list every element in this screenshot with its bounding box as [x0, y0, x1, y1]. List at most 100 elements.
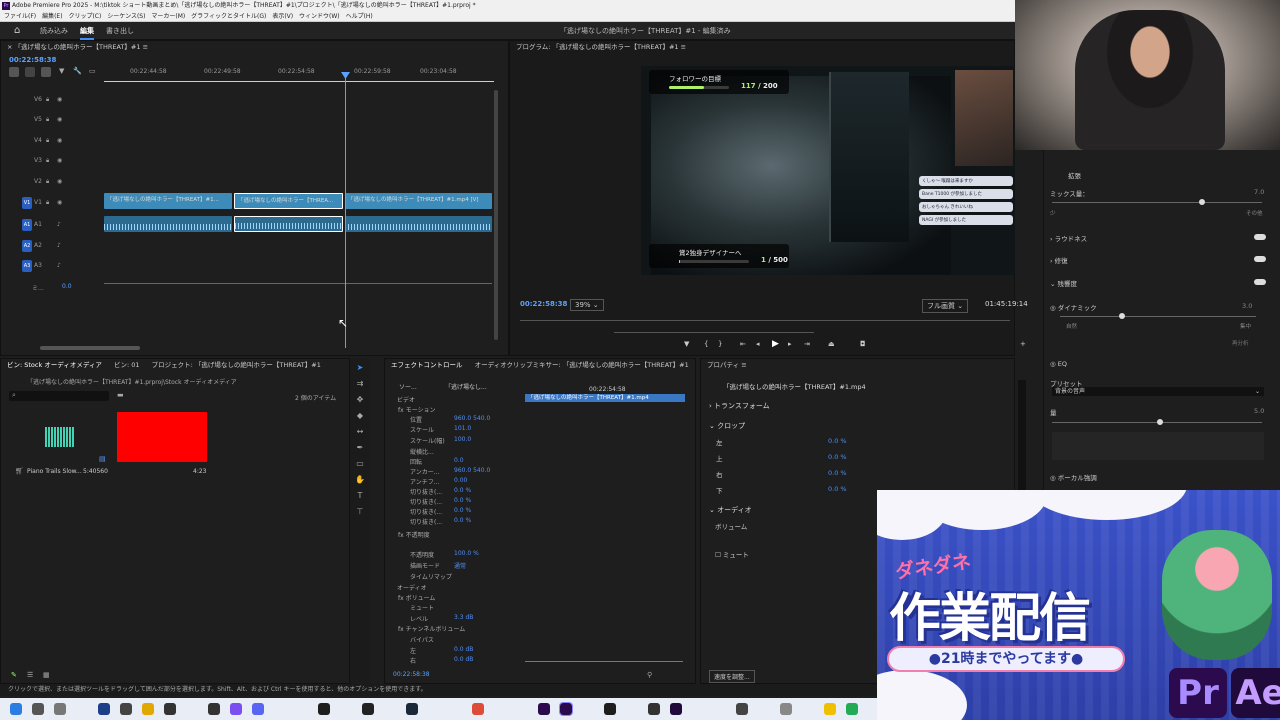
effect-row-label[interactable]: 切り抜き(...: [410, 497, 442, 506]
track-target-pad[interactable]: V1: [22, 197, 32, 209]
effect-row-label[interactable]: 右: [410, 656, 416, 665]
start-icon[interactable]: [10, 703, 22, 715]
effect-row-label[interactable]: fx モーション: [398, 405, 435, 414]
program-monitor-tab[interactable]: プログラム: 「逃げ場なしの絶叫ホラー【THREAT】#1 ≡: [510, 41, 1014, 53]
tab-edit[interactable]: 編集: [80, 22, 94, 40]
lift-icon[interactable]: ⏏: [828, 340, 835, 348]
linked-selection-icon[interactable]: [25, 67, 35, 77]
menu-graphics[interactable]: グラフィックとタイトル(G): [191, 13, 266, 20]
zoom-select[interactable]: 39% ⌄: [570, 299, 604, 311]
app-icon[interactable]: [736, 703, 748, 715]
discord-icon[interactable]: [252, 703, 264, 715]
mix-amount-slider[interactable]: [1052, 199, 1262, 205]
dynamics-radio[interactable]: ◎ ダイナミック: [1050, 302, 1097, 312]
tab-stock-audio[interactable]: ビン: Stock オーディオメディア: [7, 361, 102, 369]
effect-row-label[interactable]: アンチフ...: [410, 477, 439, 486]
effect-row-label[interactable]: 左: [410, 646, 416, 655]
track-a1[interactable]: A1 A1 ♪: [0, 215, 102, 235]
app-icon[interactable]: [604, 703, 616, 715]
audio-thumbnail[interactable]: [45, 427, 75, 447]
folder-icon[interactable]: ▬: [117, 391, 124, 399]
amount-slider[interactable]: [1052, 419, 1262, 425]
effect-row-value[interactable]: 0.0 %: [454, 507, 471, 514]
effect-row-label[interactable]: タイムリマップ: [410, 572, 452, 581]
video-clip[interactable]: 「逃げ場なしの絶叫ホラー【THREA...: [234, 193, 343, 209]
step-forward-icon[interactable]: ▸: [788, 340, 792, 348]
effect-row-label[interactable]: レベル: [410, 614, 428, 623]
effect-row-label[interactable]: 縦横比...: [410, 447, 434, 456]
effect-row-value[interactable]: 0.0 dB: [454, 646, 473, 653]
quality-select[interactable]: フル画質 ⌄: [922, 299, 969, 313]
effect-row-label[interactable]: スケール(幅): [410, 436, 445, 445]
effect-row-label[interactable]: アンカー...: [410, 467, 439, 476]
hand-icon[interactable]: ✋: [354, 474, 366, 486]
effect-row-label[interactable]: fx ボリューム: [398, 593, 435, 602]
effect-row-value[interactable]: 100.0: [454, 436, 471, 443]
effect-clip-bar[interactable]: 「逃げ場なしの絶叫ホラー【THREAT】#1.mp4: [525, 394, 685, 402]
repair-toggle[interactable]: [1254, 256, 1266, 262]
mark-out-icon[interactable]: }: [718, 340, 722, 348]
app-icon[interactable]: [98, 703, 110, 715]
effect-row-value[interactable]: 通常: [454, 561, 466, 570]
program-timecode[interactable]: 00:22:58:38: [520, 300, 567, 308]
crop-row-value[interactable]: 0.0 %: [828, 485, 847, 493]
effect-row-value[interactable]: 0.00: [454, 477, 467, 484]
enhance-tab[interactable]: 拡張: [1068, 170, 1081, 180]
app-icon[interactable]: [846, 703, 858, 715]
task-view-icon[interactable]: [54, 703, 66, 715]
after-effects-icon[interactable]: [670, 703, 682, 715]
lock-icon[interactable]: 🔒︎: [46, 96, 49, 104]
tab-bin-01[interactable]: ビン: 01: [114, 361, 140, 369]
track-v3[interactable]: 🔒︎ V3 ◉: [0, 151, 102, 171]
chrome-icon[interactable]: [472, 703, 484, 715]
effect-row-value[interactable]: 3.3 dB: [454, 614, 473, 621]
menu-file[interactable]: ファイル(F): [4, 13, 36, 20]
effect-row-label[interactable]: バイパス: [410, 635, 434, 644]
track-select-icon[interactable]: ⇉: [354, 378, 366, 390]
mic-icon[interactable]: ♪: [57, 221, 61, 228]
repair-section[interactable]: › 修復: [1050, 255, 1068, 265]
cart-icon[interactable]: 🛒︎: [15, 467, 24, 475]
crop-row-value[interactable]: 0.0 %: [828, 453, 847, 461]
steam-icon[interactable]: [406, 703, 418, 715]
eye-icon[interactable]: ◉: [57, 157, 62, 164]
preset-select[interactable]: 背景の音声 ⌄: [1052, 387, 1264, 396]
timeline-zoom-scrollbar[interactable]: [40, 346, 140, 350]
track-v5[interactable]: 🔒︎ V5 ◉: [0, 110, 102, 130]
eq-radio[interactable]: ◎ EQ: [1050, 360, 1067, 368]
tab-project[interactable]: プロジェクト: 「逃げ場なしの絶叫ホラー【THREAT】#1: [152, 361, 321, 369]
audio-section[interactable]: ⌄ オーディオ: [709, 505, 752, 515]
playhead[interactable]: [345, 74, 346, 348]
vocal-radio[interactable]: ◎ ボーカル強調: [1050, 472, 1097, 482]
properties-tab[interactable]: プロパティ ≡: [701, 359, 1014, 371]
effect-row-label[interactable]: fx 不透明度: [398, 530, 430, 539]
slider-knob[interactable]: [1157, 419, 1163, 425]
track-v6[interactable]: 🔒︎ V6 ◉: [0, 90, 102, 110]
app-icon[interactable]: [648, 703, 660, 715]
snap-icon[interactable]: [9, 67, 19, 77]
marker-icon[interactable]: ▼: [684, 340, 689, 348]
effect-row-label[interactable]: 位置: [410, 415, 422, 424]
track-v1[interactable]: V1 🔒︎ V1 ◉: [0, 193, 102, 213]
source-tab[interactable]: ソー...: [399, 382, 417, 391]
effect-zoom-slider[interactable]: [525, 661, 683, 662]
app-icon[interactable]: [318, 703, 330, 715]
bin-search-input[interactable]: ⌕: [9, 391, 109, 401]
home-icon[interactable]: ⌂: [14, 25, 20, 36]
caption-tool-icon[interactable]: ⊤: [354, 506, 366, 518]
mix-amount-value[interactable]: 7.0: [1254, 188, 1264, 196]
search-icon[interactable]: [32, 703, 44, 715]
app-icon[interactable]: [120, 703, 132, 715]
pen-icon[interactable]: ✒: [354, 442, 366, 454]
track-target-pad[interactable]: A2: [22, 240, 32, 252]
effect-row-label[interactable]: 切り抜き(...: [410, 487, 442, 496]
eye-icon[interactable]: ◉: [57, 199, 62, 206]
tab-import[interactable]: 読み込み: [40, 22, 68, 40]
slider-knob[interactable]: [1199, 199, 1205, 205]
menu-marker[interactable]: マーカー(M): [151, 13, 185, 20]
dynamics-value[interactable]: 3.0: [1242, 302, 1252, 310]
app-icon[interactable]: [230, 703, 242, 715]
mic-icon[interactable]: ♪: [57, 242, 61, 249]
lock-icon[interactable]: 🔒︎: [46, 178, 49, 186]
reverb-toggle[interactable]: [1254, 279, 1266, 285]
